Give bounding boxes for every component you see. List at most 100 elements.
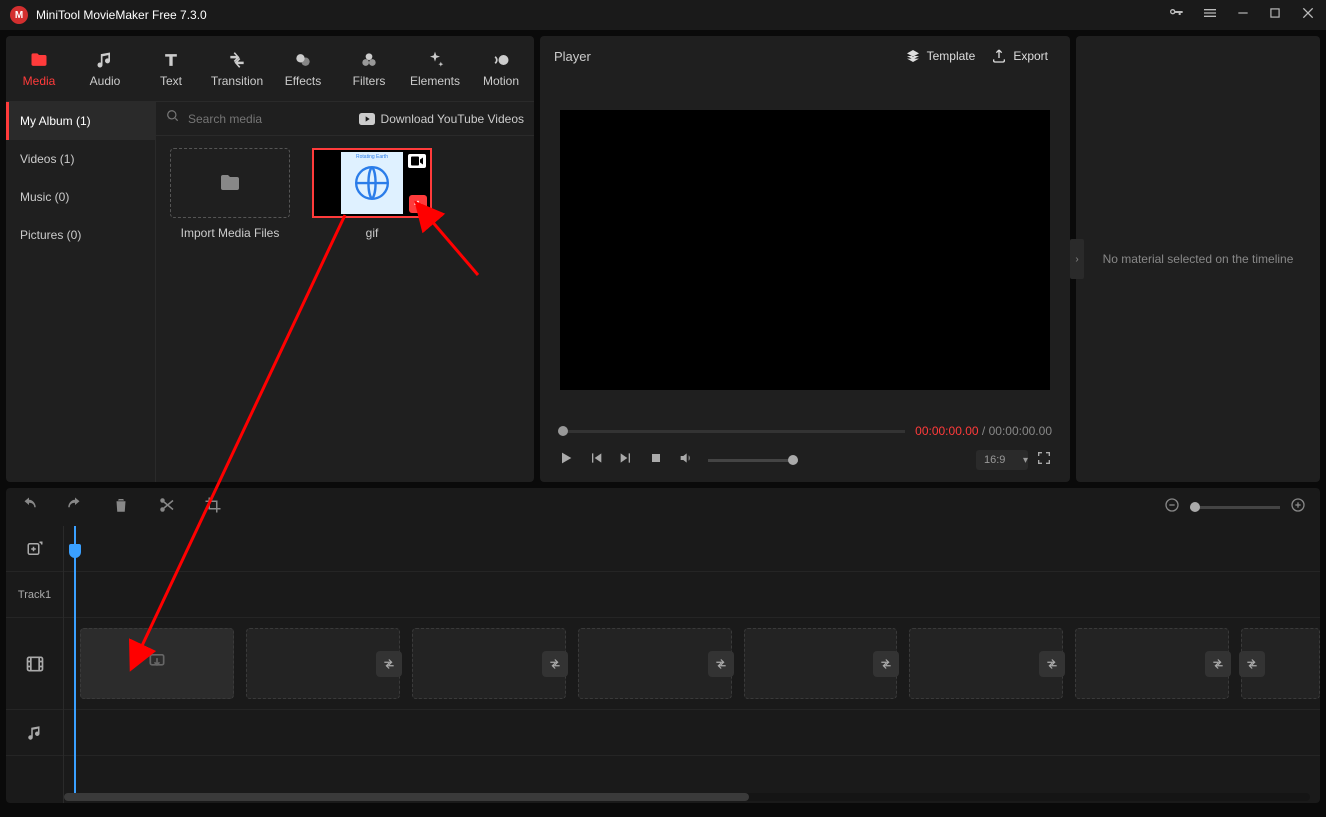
- tab-label: Transition: [211, 74, 263, 88]
- clip-slot[interactable]: [909, 628, 1063, 699]
- audio-track-icon: [6, 710, 63, 756]
- media-item-gif[interactable]: Rotating Earth + gif: [310, 148, 434, 240]
- tab-label: Media: [23, 74, 56, 88]
- media-grid: Import Media Files Rotating Earth +: [156, 136, 534, 482]
- key-icon[interactable]: [1168, 5, 1184, 26]
- download-youtube-link[interactable]: Download YouTube Videos: [359, 112, 524, 126]
- volume-button[interactable]: [678, 450, 694, 471]
- transition-slot-icon[interactable]: [873, 651, 899, 677]
- sidebar-item-music[interactable]: Music (0): [6, 178, 155, 216]
- delete-button[interactable]: [112, 496, 130, 519]
- zoom-out-button[interactable]: [1164, 497, 1180, 518]
- tab-label: Audio: [90, 74, 121, 88]
- play-button[interactable]: [558, 450, 574, 471]
- minimize-icon[interactable]: [1236, 6, 1250, 25]
- transition-slot-icon[interactable]: [542, 651, 568, 677]
- main-tabs: Media Audio Text Transition Effects Filt…: [6, 36, 534, 102]
- next-frame-button[interactable]: [618, 450, 634, 471]
- zoom-slider[interactable]: [1190, 506, 1280, 509]
- sidebar-item-myalbum[interactable]: My Album (1): [6, 102, 155, 140]
- filters-icon: [359, 50, 379, 70]
- timeline-ruler[interactable]: [64, 526, 1320, 572]
- youtube-icon: [359, 113, 375, 125]
- download-youtube-label: Download YouTube Videos: [381, 112, 524, 126]
- tab-motion[interactable]: Motion: [468, 36, 534, 101]
- clip-slot[interactable]: [246, 628, 400, 699]
- audio-track-row[interactable]: [64, 710, 1320, 756]
- timeline-scrollbar[interactable]: [64, 793, 1310, 801]
- transition-slot-icon[interactable]: [376, 651, 402, 677]
- tab-label: Text: [160, 74, 182, 88]
- folder-icon: [29, 50, 49, 70]
- redo-button[interactable]: [66, 496, 84, 519]
- media-thumbnail[interactable]: Rotating Earth +: [312, 148, 432, 218]
- properties-panel: › No material selected on the timeline: [1076, 36, 1320, 482]
- transition-slot-icon[interactable]: [708, 651, 734, 677]
- video-track-icon: [6, 618, 63, 710]
- import-box[interactable]: [170, 148, 290, 218]
- split-button[interactable]: [158, 496, 176, 519]
- undo-button[interactable]: [20, 496, 38, 519]
- export-label: Export: [1013, 49, 1048, 63]
- tab-elements[interactable]: Elements: [402, 36, 468, 101]
- tab-label: Effects: [285, 74, 321, 88]
- menu-icon[interactable]: [1202, 5, 1218, 26]
- scrub-bar[interactable]: [558, 430, 905, 433]
- playhead[interactable]: [74, 526, 76, 793]
- app-logo: M: [10, 6, 28, 24]
- video-track-row[interactable]: [64, 618, 1320, 710]
- globe-icon: [353, 164, 391, 202]
- stop-button[interactable]: [648, 450, 664, 471]
- zoom-in-button[interactable]: [1290, 497, 1306, 518]
- clip-slot[interactable]: [1075, 628, 1229, 699]
- import-media-item[interactable]: Import Media Files: [168, 148, 292, 240]
- aspect-ratio-select[interactable]: 16:9: [976, 450, 1028, 470]
- add-track-button[interactable]: [6, 526, 63, 572]
- track-label: Track1: [6, 572, 63, 618]
- title-bar: M MiniTool MovieMaker Free 7.3.0: [0, 0, 1326, 30]
- tab-text[interactable]: Text: [138, 36, 204, 101]
- timeline-toolbar: [6, 488, 1320, 526]
- effects-icon: [293, 50, 313, 70]
- clip-slot[interactable]: [412, 628, 566, 699]
- fullscreen-button[interactable]: [1036, 450, 1052, 471]
- clip-slot[interactable]: [80, 628, 234, 699]
- tab-label: Motion: [483, 74, 519, 88]
- clip-slot[interactable]: [744, 628, 898, 699]
- collapse-panel-button[interactable]: ›: [1070, 239, 1084, 279]
- prev-frame-button[interactable]: [588, 450, 604, 471]
- clip-slot[interactable]: [578, 628, 732, 699]
- motion-icon: [491, 50, 511, 70]
- media-sidebar: My Album (1) Videos (1) Music (0) Pictur…: [6, 102, 156, 482]
- tab-transition[interactable]: Transition: [204, 36, 270, 101]
- template-button[interactable]: Template: [897, 44, 984, 68]
- timeline: Track1: [6, 526, 1320, 803]
- folder-icon: [218, 171, 242, 195]
- transition-slot-icon[interactable]: [1039, 651, 1065, 677]
- track-row-1[interactable]: [64, 572, 1320, 618]
- maximize-icon[interactable]: [1268, 6, 1282, 25]
- timeline-fit-button[interactable]: [1138, 497, 1154, 518]
- tab-media[interactable]: Media: [6, 36, 72, 101]
- volume-slider[interactable]: [708, 459, 798, 462]
- template-label: Template: [927, 49, 976, 63]
- music-note-icon: [95, 50, 115, 70]
- search-input[interactable]: [188, 112, 351, 126]
- transition-slot-icon[interactable]: [1239, 651, 1265, 677]
- transition-slot-icon[interactable]: [1205, 651, 1231, 677]
- media-panel: Media Audio Text Transition Effects Filt…: [6, 36, 534, 482]
- sidebar-item-videos[interactable]: Videos (1): [6, 140, 155, 178]
- tab-label: Filters: [353, 74, 386, 88]
- clip-slot[interactable]: [1241, 628, 1320, 699]
- tab-effects[interactable]: Effects: [270, 36, 336, 101]
- add-to-timeline-button[interactable]: +: [409, 195, 427, 213]
- tab-filters[interactable]: Filters: [336, 36, 402, 101]
- text-icon: [161, 50, 181, 70]
- close-icon[interactable]: [1300, 5, 1316, 26]
- sidebar-item-pictures[interactable]: Pictures (0): [6, 216, 155, 254]
- sparkle-icon: [425, 50, 445, 70]
- crop-button[interactable]: [204, 496, 222, 519]
- tab-audio[interactable]: Audio: [72, 36, 138, 101]
- thumb-caption: Rotating Earth: [341, 154, 403, 160]
- export-button[interactable]: Export: [983, 44, 1056, 68]
